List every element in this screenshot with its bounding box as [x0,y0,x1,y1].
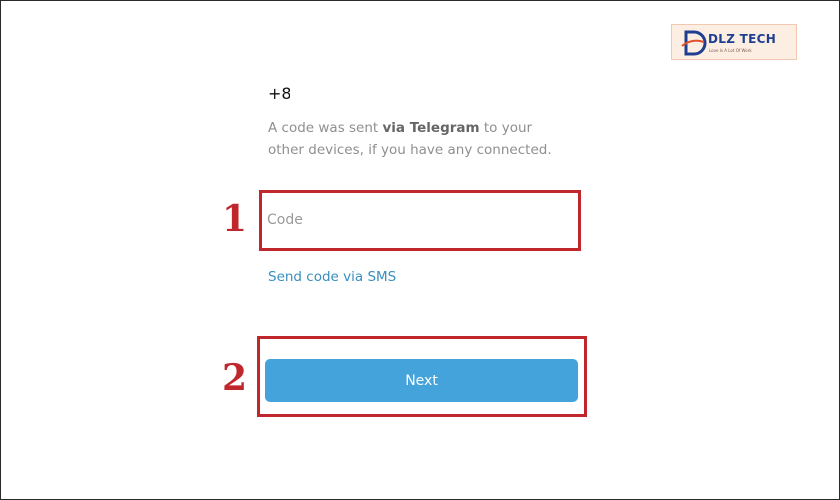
dlz-tech-logo: DLZ TECH Love Is A Lot Of Work [671,24,797,60]
send-code-via-sms-link[interactable]: Send code via SMS [268,269,396,285]
logo-brand: DLZ TECH [708,32,777,46]
description-text: A code was sent [268,120,383,136]
code-sent-description: A code was sent via Telegram to your oth… [268,117,558,161]
logo-tagline: Love Is A Lot Of Work [709,48,752,53]
logo-d-icon [681,30,707,56]
code-input[interactable] [265,200,579,240]
next-button[interactable]: Next [265,359,578,402]
step-marker-1: 1 [222,198,248,240]
description-bold: via Telegram [382,120,480,136]
phone-number: +84 [268,84,290,103]
step-marker-2: 2 [222,357,248,399]
